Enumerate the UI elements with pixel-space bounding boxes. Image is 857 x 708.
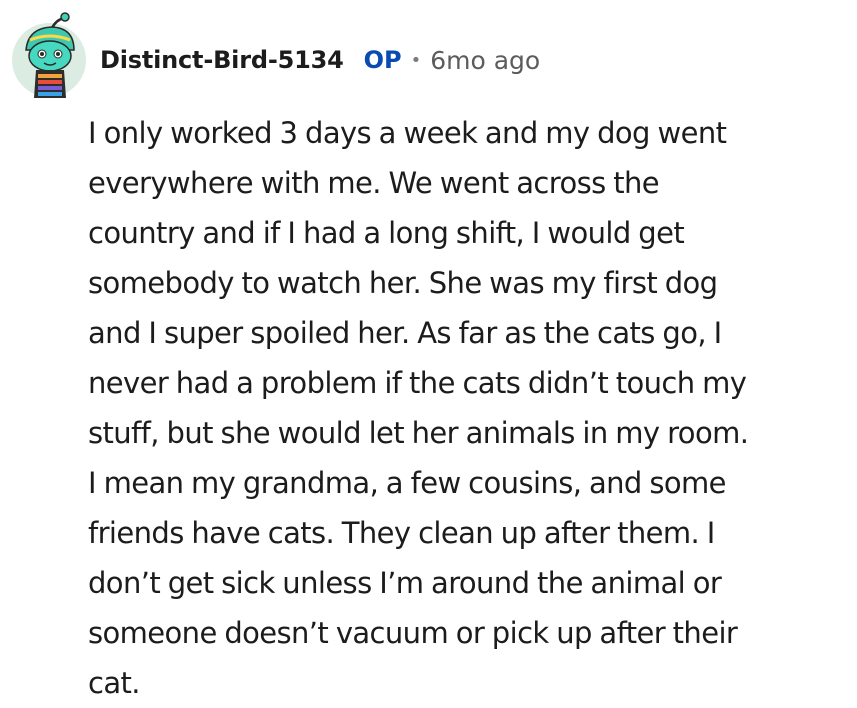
comment: Distinct-Bird-5134 OP • 6mo ago I only w… (0, 0, 857, 708)
comment-body-line: everywhere with me. We went across the (88, 166, 660, 200)
username-link[interactable]: Distinct-Bird-5134 (100, 46, 344, 74)
comment-body-line: I mean my grandma, a few cousins, and so… (88, 466, 726, 500)
comment-body-line: friends have cats. They clean up after t… (88, 516, 715, 550)
comment-body-line: never had a problem if the cats didn’t t… (88, 366, 747, 400)
user-avatar[interactable] (8, 12, 88, 98)
comment-body-line: stuff, but she would let her animals in … (88, 416, 749, 450)
comment-body-line: don’t get sick unless I’m around the ani… (88, 566, 722, 600)
comment-body-line: and I super spoiled her. As far as the c… (88, 316, 722, 350)
comment-body-line: someone doesn’t vacuum or pick up after … (88, 616, 738, 650)
separator-dot: • (410, 49, 422, 71)
comment-meta: Distinct-Bird-5134 OP • 6mo ago (100, 40, 540, 80)
comment-body-line: somebody to watch her. She was my first … (88, 266, 718, 300)
comment-body-line: cat. (88, 666, 141, 700)
snoo-avatar-icon (12, 12, 86, 98)
comment-body-line: I only worked 3 days a week and my dog w… (88, 116, 727, 150)
op-badge: OP (363, 46, 402, 74)
comment-body: I only worked 3 days a week and my dog w… (88, 108, 848, 708)
comment-body-line: country and if I had a long shift, I wou… (88, 216, 685, 250)
comment-timestamp[interactable]: 6mo ago (430, 46, 540, 75)
